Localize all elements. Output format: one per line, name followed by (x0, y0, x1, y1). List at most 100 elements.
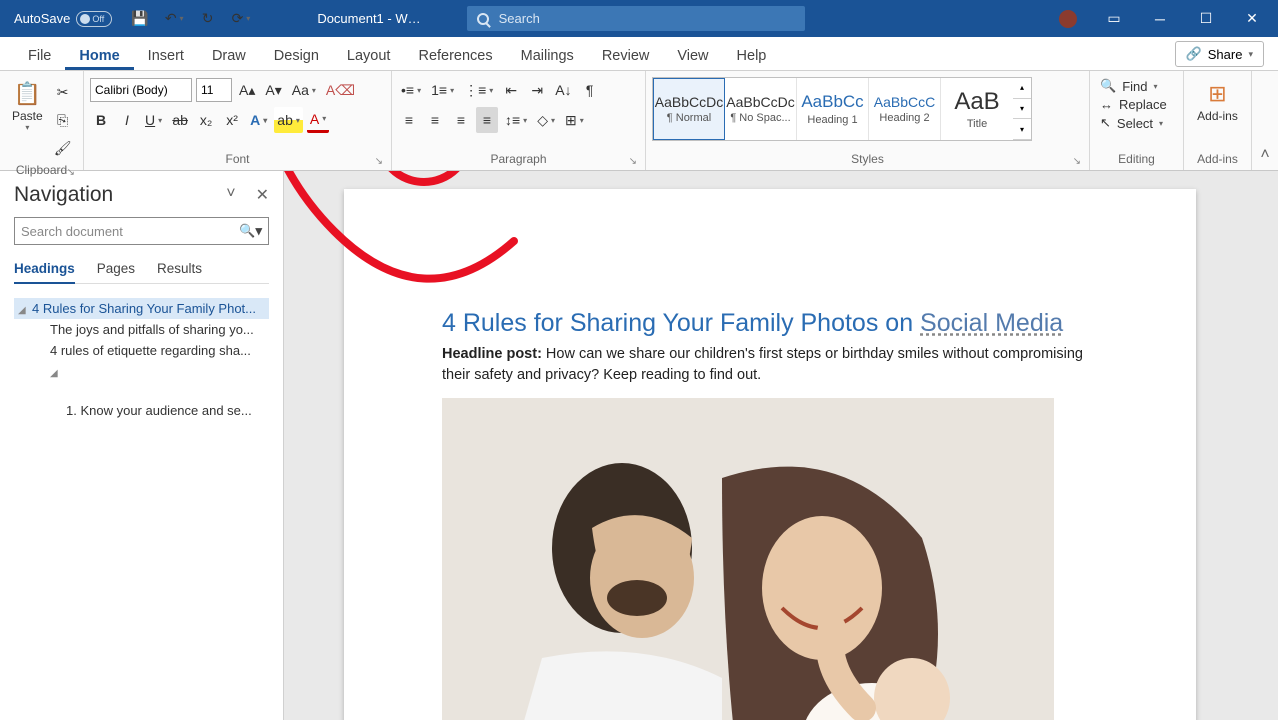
change-case-button[interactable]: Aa (289, 77, 319, 103)
style-no-spacing[interactable]: AaBbCcDc¶ No Spac... (725, 78, 797, 140)
cut-button[interactable]: ✂ (51, 79, 75, 105)
text-effects-button[interactable]: A (247, 107, 270, 133)
collapse-ribbon-button[interactable]: ˄ (1252, 71, 1278, 170)
style-title[interactable]: AaBTitle (941, 78, 1013, 140)
maximize-button[interactable]: ☐ (1184, 0, 1228, 37)
nav-tab-headings[interactable]: Headings (14, 261, 75, 284)
find-button[interactable]: 🔍Find▾ (1096, 77, 1177, 95)
font-launcher[interactable]: ↘ (375, 156, 383, 167)
addins-button[interactable]: ⊞ Add-ins (1190, 73, 1245, 127)
borders-button[interactable]: ⊞ (562, 107, 587, 133)
increase-indent-button[interactable]: ⇥ (526, 77, 548, 103)
tree-heading-2[interactable]: The joys and pitfalls of sharing yo... (14, 319, 269, 340)
tab-design[interactable]: Design (260, 42, 333, 70)
style-heading-1[interactable]: AaBbCcHeading 1 (797, 78, 869, 140)
share-button[interactable]: 🔗 Share ▾ (1175, 41, 1264, 67)
save-icon[interactable]: 💾 (128, 6, 151, 32)
tree-heading-5[interactable]: 1. Know your audience and se... (14, 400, 269, 421)
decrease-indent-button[interactable]: ⇤ (500, 77, 522, 103)
superscript-button[interactable]: x² (221, 107, 243, 133)
grow-font-button[interactable]: A▴ (236, 77, 258, 103)
numbering-button[interactable]: 1≡ (428, 77, 457, 103)
highlight-button[interactable]: ab (274, 107, 303, 133)
style-normal[interactable]: AaBbCcDc¶ Normal (653, 78, 725, 140)
bold-button[interactable]: B (90, 107, 112, 133)
font-color-button[interactable]: A (307, 107, 329, 133)
styles-scroll-down[interactable]: ▾ (1013, 99, 1031, 120)
underline-button[interactable]: U (142, 107, 165, 133)
tab-view[interactable]: View (663, 42, 722, 70)
search-icon (477, 13, 489, 25)
nav-search-placeholder: Search document (21, 224, 123, 239)
select-button[interactable]: ↖Select▾ (1096, 114, 1177, 132)
bullets-button[interactable]: •≡ (398, 77, 424, 103)
tab-review[interactable]: Review (588, 42, 664, 70)
italic-button[interactable]: I (116, 107, 138, 133)
ribbon-tabs: File Home Insert Draw Design Layout Refe… (0, 37, 1278, 71)
tab-mailings[interactable]: Mailings (507, 42, 588, 70)
title-search[interactable]: Search (467, 6, 805, 31)
styles-gallery[interactable]: AaBbCcDc¶ Normal AaBbCcDc¶ No Spac... Aa… (652, 77, 1032, 141)
autosave-toggle[interactable]: AutoSave Off (14, 11, 112, 27)
line-spacing-button[interactable]: ↕≡ (502, 107, 530, 133)
strikethrough-button[interactable]: ab (169, 107, 191, 133)
tab-home[interactable]: Home (65, 42, 133, 70)
show-marks-button[interactable]: ¶ (579, 77, 601, 103)
nav-tab-results[interactable]: Results (157, 261, 202, 283)
document-body[interactable]: Headline post: How can we share our chil… (442, 344, 1098, 386)
copy-button[interactable]: ⎘ (51, 107, 75, 133)
tab-insert[interactable]: Insert (134, 42, 198, 70)
tab-references[interactable]: References (404, 42, 506, 70)
search-placeholder: Search (499, 11, 540, 26)
subscript-button[interactable]: x₂ (195, 107, 217, 133)
tab-draw[interactable]: Draw (198, 42, 260, 70)
sort-button[interactable]: A↓ (552, 77, 574, 103)
search-icon: 🔍 (1100, 78, 1116, 94)
cursor-icon: ↖ (1100, 115, 1111, 131)
paragraph-launcher[interactable]: ↘ (629, 156, 637, 167)
clear-formatting-button[interactable]: A⌫ (323, 77, 358, 103)
document-heading[interactable]: 4 Rules for Sharing Your Family Photos o… (442, 309, 1098, 338)
tree-heading-4[interactable]: ◢ (14, 361, 269, 382)
font-size-input[interactable] (196, 78, 232, 102)
minimize-button[interactable]: ─ (1138, 0, 1182, 37)
justify-button[interactable]: ≡ (476, 107, 498, 133)
align-left-button[interactable]: ≡ (398, 107, 420, 133)
style-heading-2[interactable]: AaBbCcCHeading 2 (869, 78, 941, 140)
redo-button[interactable]: ↻ (197, 6, 219, 32)
align-right-button[interactable]: ≡ (450, 107, 472, 133)
nav-tab-pages[interactable]: Pages (97, 261, 135, 283)
tab-layout[interactable]: Layout (333, 42, 405, 70)
document-page[interactable]: 4 Rules for Sharing Your Family Photos o… (344, 189, 1196, 720)
shrink-font-button[interactable]: A▾ (262, 77, 284, 103)
document-image[interactable] (442, 398, 1054, 720)
tree-heading-1[interactable]: ◢4 Rules for Sharing Your Family Phot... (14, 298, 269, 319)
clipboard-launcher[interactable]: ↘ (67, 167, 75, 178)
replace-button[interactable]: ↔Replace (1096, 96, 1177, 113)
close-window-button[interactable]: ✕ (1230, 0, 1274, 37)
styles-expand[interactable]: ▾ (1013, 119, 1031, 140)
share-icon: 🔗 (1186, 46, 1202, 62)
tab-help[interactable]: Help (723, 42, 781, 70)
ribbon: 📋 Paste ▾ ✂ ⎘ 🖌 Clipboard↘ A▴ A▾ Aa A⌫ (0, 71, 1278, 171)
ribbon-display-options[interactable]: ▭ (1092, 0, 1136, 37)
title-bar: AutoSave Off 💾 ↶ ↻ ⟳ Document1 - W… Sear… (0, 0, 1278, 37)
nav-search-input[interactable]: Search document 🔍▾ (14, 217, 269, 245)
search-icon: 🔍▾ (239, 223, 262, 239)
nav-options-button[interactable]: ˅ (226, 185, 235, 205)
tab-file[interactable]: File (14, 42, 65, 70)
undo-button[interactable]: ↶ (162, 6, 187, 32)
nav-close-button[interactable]: ✕ (256, 185, 269, 205)
tree-heading-3[interactable]: 4 rules of etiquette regarding sha... (14, 340, 269, 361)
multilevel-list-button[interactable]: ⋮≡ (461, 77, 496, 103)
document-area[interactable]: 4 Rules for Sharing Your Family Photos o… (284, 171, 1278, 720)
heading-link[interactable]: Social Media (920, 309, 1063, 337)
format-painter-button[interactable]: 🖌 (51, 135, 75, 161)
font-name-input[interactable] (90, 78, 192, 102)
align-center-button[interactable]: ≡ (424, 107, 446, 133)
shading-button[interactable]: ◇ (534, 107, 558, 133)
styles-scroll-up[interactable]: ▴ (1013, 78, 1031, 99)
sync-button[interactable]: ⟳ (229, 6, 254, 32)
paste-button[interactable]: 📋 Paste ▾ (6, 77, 49, 136)
styles-launcher[interactable]: ↘ (1073, 156, 1081, 167)
